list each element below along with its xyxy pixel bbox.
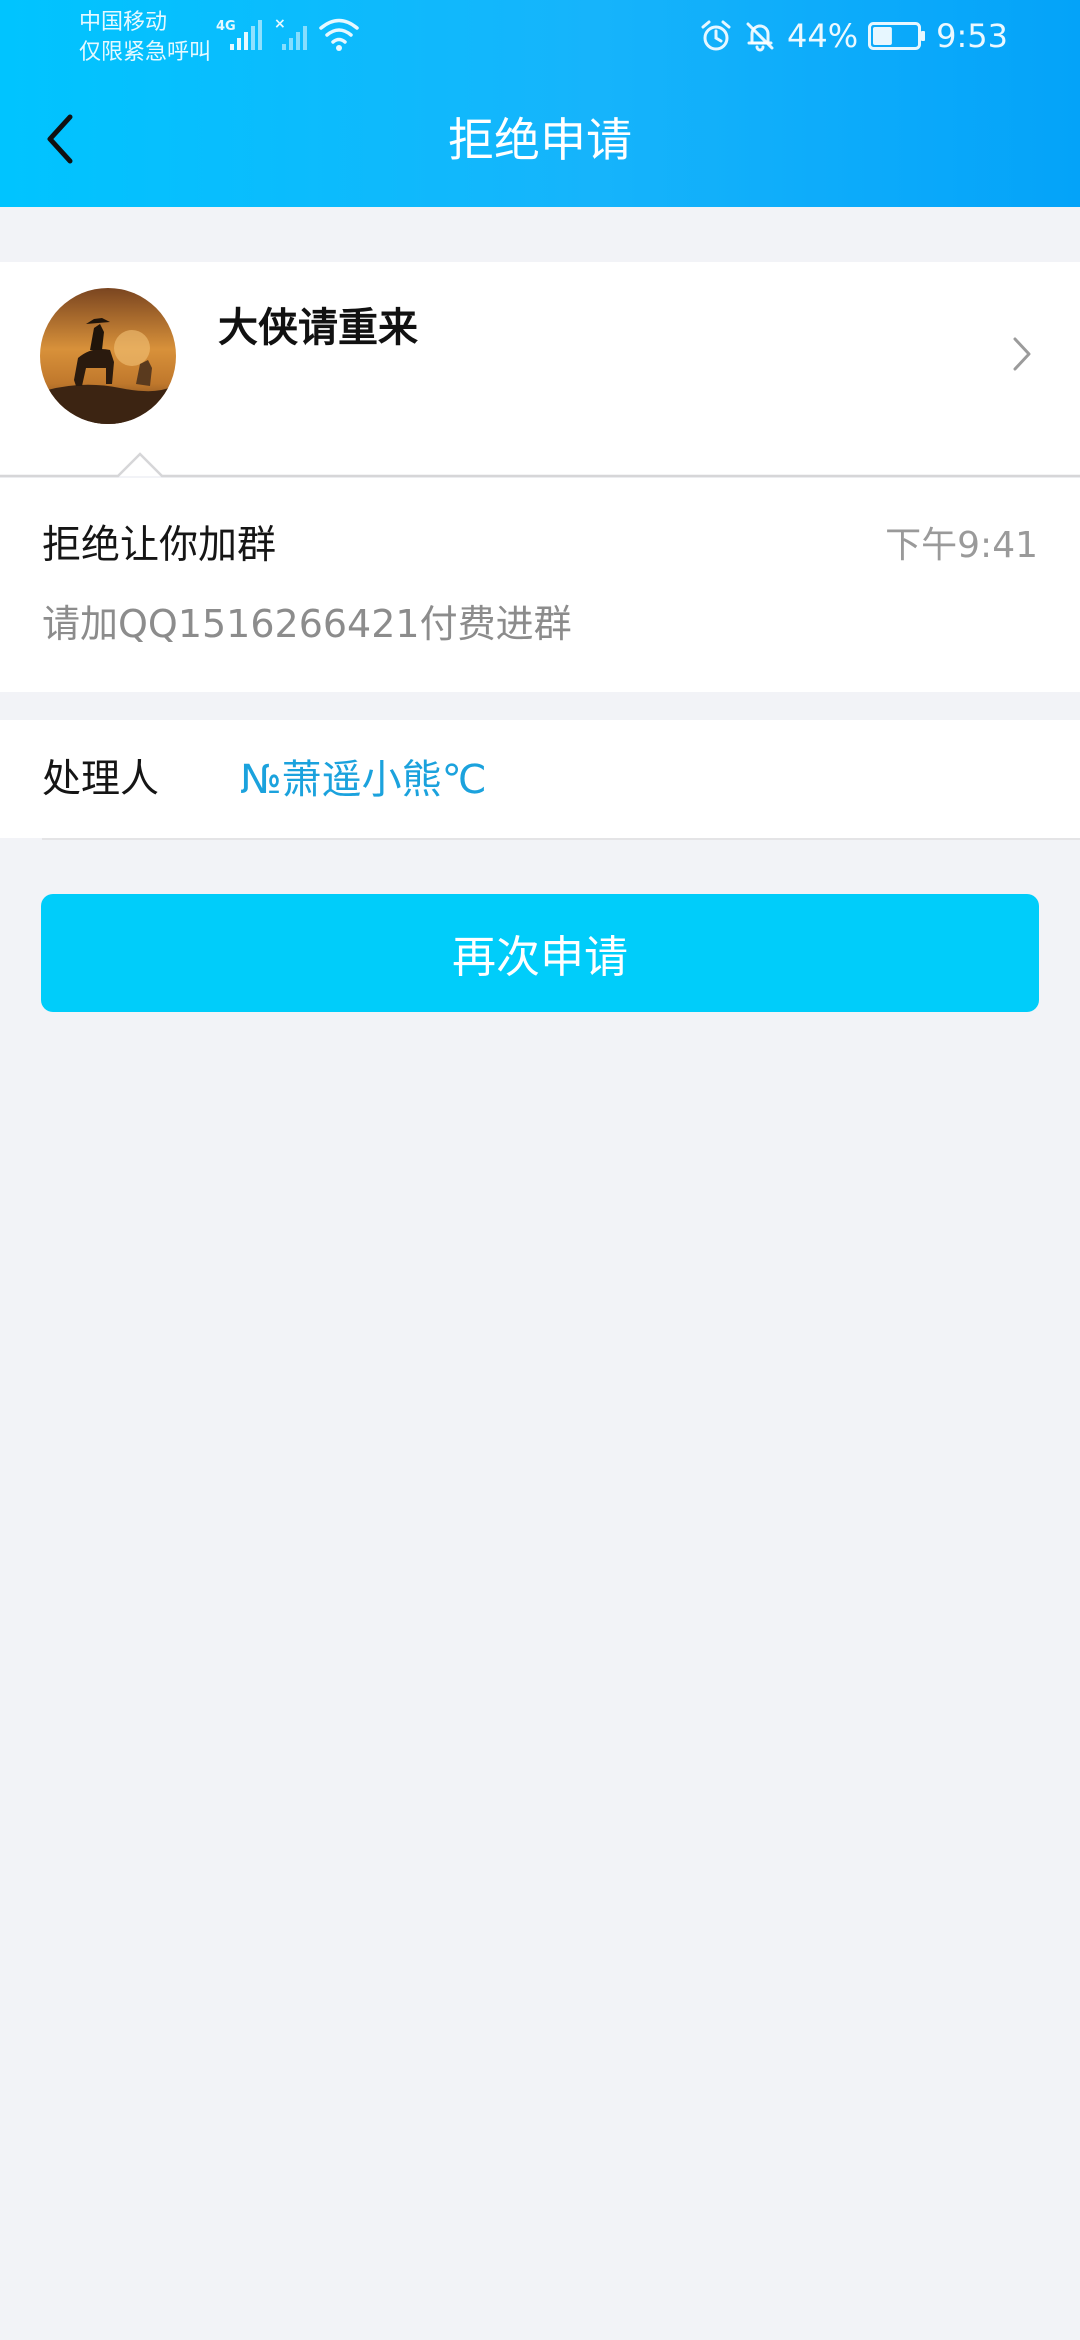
- carrier-status: 仅限紧急呼叫: [79, 40, 212, 65]
- card-divider: [0, 452, 1080, 478]
- bell-off-icon: [746, 22, 774, 52]
- wifi-icon: [319, 18, 359, 51]
- battery-icon: [868, 22, 926, 50]
- handler-label: 处理人: [42, 757, 160, 802]
- requester-name: 大侠请重来: [218, 305, 418, 351]
- chevron-right-icon[interactable]: [1012, 336, 1032, 372]
- message-card: [0, 478, 1080, 692]
- handler-name[interactable]: №萧遥小熊℃: [240, 752, 487, 808]
- carrier-name: 中国移动: [79, 10, 168, 35]
- message-time: 下午9:41: [885, 525, 1038, 566]
- carrier-info: 中国移动 仅限紧急呼叫: [79, 8, 211, 68]
- svg-text:×: ×: [274, 16, 286, 32]
- page-title: 拒绝申请: [448, 113, 632, 167]
- status-bar: 中国移动 仅限紧急呼叫 4G × 44% 9:53: [0, 0, 1080, 72]
- avatar-image: [40, 288, 176, 424]
- battery-percent: 44%: [787, 17, 859, 55]
- signal-off-icon: ×: [274, 16, 307, 50]
- avatar[interactable]: [40, 288, 176, 424]
- reapply-button[interactable]: 再次申请: [41, 894, 1039, 1012]
- signal-icon: 4G: [216, 19, 262, 50]
- alarm-icon: [701, 20, 731, 51]
- message-title: 拒绝让你加群: [42, 523, 277, 568]
- status-indicators: 44% 9:53: [699, 14, 1008, 58]
- message-body: 请加QQ1516266421付费进群: [42, 602, 572, 646]
- handler-row: [0, 720, 1080, 838]
- handler-divider: [42, 838, 1080, 840]
- status-time: 9:53: [936, 17, 1008, 55]
- network-type-label: 4G: [216, 19, 236, 34]
- app-header: 中国移动 仅限紧急呼叫 4G × 44% 9:53 拒绝申请: [0, 0, 1080, 207]
